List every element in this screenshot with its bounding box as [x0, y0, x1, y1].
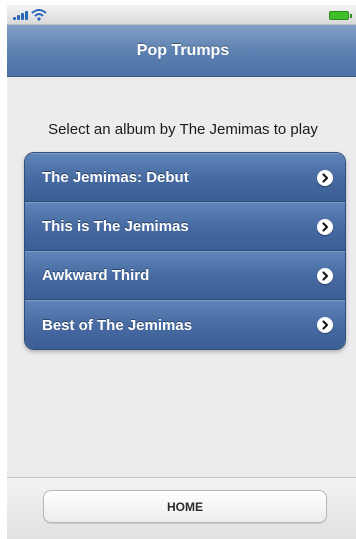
album-label: Awkward Third	[42, 267, 150, 284]
album-prompt: Select an album by The Jemimas to play	[48, 121, 318, 138]
chevron-right-circle-icon	[317, 218, 333, 235]
album-item-this-is[interactable]: This is The Jemimas	[25, 202, 345, 251]
home-button[interactable]: HOME	[43, 490, 327, 523]
wifi-icon	[31, 9, 47, 21]
chevron-right-circle-icon	[317, 267, 333, 284]
signal-bars-icon	[13, 11, 29, 20]
album-list: The Jemimas: Debut This is The Jemimas A…	[24, 152, 346, 350]
nav-bar: Pop Trumps	[7, 25, 356, 77]
album-label: The Jemimas: Debut	[42, 169, 189, 186]
album-item-best-of[interactable]: Best of The Jemimas	[25, 300, 345, 349]
home-button-label: HOME	[167, 499, 203, 514]
album-label: Best of The Jemimas	[42, 316, 193, 334]
album-item-awkward-third[interactable]: Awkward Third	[25, 251, 345, 300]
album-label: This is The Jemimas	[42, 218, 189, 235]
status-bar	[7, 5, 356, 25]
footer-toolbar: HOME	[7, 477, 356, 539]
page-title: Pop Trumps	[136, 41, 230, 59]
chevron-right-circle-icon	[317, 169, 333, 186]
chevron-right-circle-icon	[317, 317, 333, 333]
battery-icon	[329, 11, 352, 20]
album-item-debut[interactable]: The Jemimas: Debut	[25, 153, 345, 202]
app-screen: Pop Trumps Select an album by The Jemima…	[7, 5, 356, 539]
